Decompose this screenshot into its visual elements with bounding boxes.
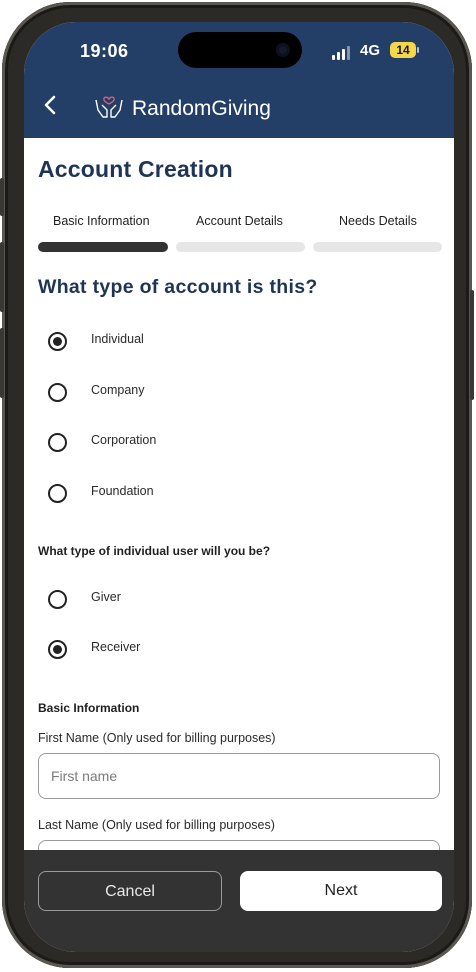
action-button xyxy=(0,178,4,216)
next-button[interactable]: Next xyxy=(240,871,442,911)
battery-tip xyxy=(417,47,419,53)
radio-option-giver[interactable]: Giver xyxy=(48,584,348,614)
chevron-left-icon xyxy=(44,95,56,115)
app-header: 19:06 4G 14 RandomGiving xyxy=(24,22,454,138)
volume-up-button xyxy=(0,242,4,312)
radio-option-corporation[interactable]: Corporation xyxy=(48,427,348,457)
user-type-question: What type of individual user will you be… xyxy=(38,544,271,558)
first-name-field[interactable] xyxy=(38,753,440,799)
battery-icon: 14 xyxy=(390,42,416,58)
cancel-button[interactable]: Cancel xyxy=(38,871,222,911)
network-type: 4G xyxy=(360,42,381,59)
radio-option-individual[interactable]: Individual xyxy=(48,326,348,356)
volume-down-button xyxy=(0,328,4,398)
radio-label: Giver xyxy=(91,590,121,604)
radio-selected-dot xyxy=(53,337,62,346)
phone-frame: 19:06 4G 14 RandomGiving Account Creatio… xyxy=(0,2,474,968)
footer-bar: Cancel Next xyxy=(24,850,454,952)
form-content[interactable]: Account Creation Basic Information Accou… xyxy=(24,138,454,850)
radio-button[interactable] xyxy=(48,383,67,402)
step-bar-needs-details xyxy=(313,242,442,252)
signal-icon xyxy=(332,44,354,60)
radio-option-foundation[interactable]: Foundation xyxy=(48,478,348,508)
step-bar-account-details xyxy=(176,242,305,252)
radio-label: Corporation xyxy=(91,433,157,447)
radio-selected-dot xyxy=(53,645,62,654)
status-time: 19:06 xyxy=(80,41,129,61)
page-title: Account Creation xyxy=(38,156,233,182)
camera-icon xyxy=(276,43,290,57)
app-name: RandomGiving xyxy=(132,97,271,120)
basic-information-heading: Basic Information xyxy=(38,701,140,715)
radio-option-receiver[interactable]: Receiver xyxy=(48,634,348,664)
step-label-basic-information[interactable]: Basic Information xyxy=(53,214,150,228)
radio-label: Receiver xyxy=(91,640,141,654)
radio-button[interactable] xyxy=(48,332,67,351)
account-type-question: What type of account is this? xyxy=(38,276,318,298)
step-label-needs-details[interactable]: Needs Details xyxy=(339,214,417,228)
radio-button[interactable] xyxy=(48,640,67,659)
radio-label: Foundation xyxy=(91,484,154,498)
hands-heart-icon xyxy=(92,90,126,120)
step-label-account-details[interactable]: Account Details xyxy=(196,214,283,228)
dynamic-island xyxy=(178,32,302,68)
back-button[interactable] xyxy=(38,92,64,118)
screen: 19:06 4G 14 RandomGiving Account Creatio… xyxy=(24,22,454,952)
step-bar-basic-information xyxy=(38,242,168,252)
last-name-label: Last Name (Only used for billing purpose… xyxy=(38,818,275,832)
radio-button[interactable] xyxy=(48,433,67,452)
radio-option-company[interactable]: Company xyxy=(48,377,348,407)
radio-label: Individual xyxy=(91,332,144,346)
power-button xyxy=(470,290,474,400)
radio-button[interactable] xyxy=(48,484,67,503)
last-name-field[interactable] xyxy=(38,840,440,850)
radio-button[interactable] xyxy=(48,590,67,609)
first-name-label: First Name (Only used for billing purpos… xyxy=(38,731,276,745)
radio-label: Company xyxy=(91,383,145,397)
